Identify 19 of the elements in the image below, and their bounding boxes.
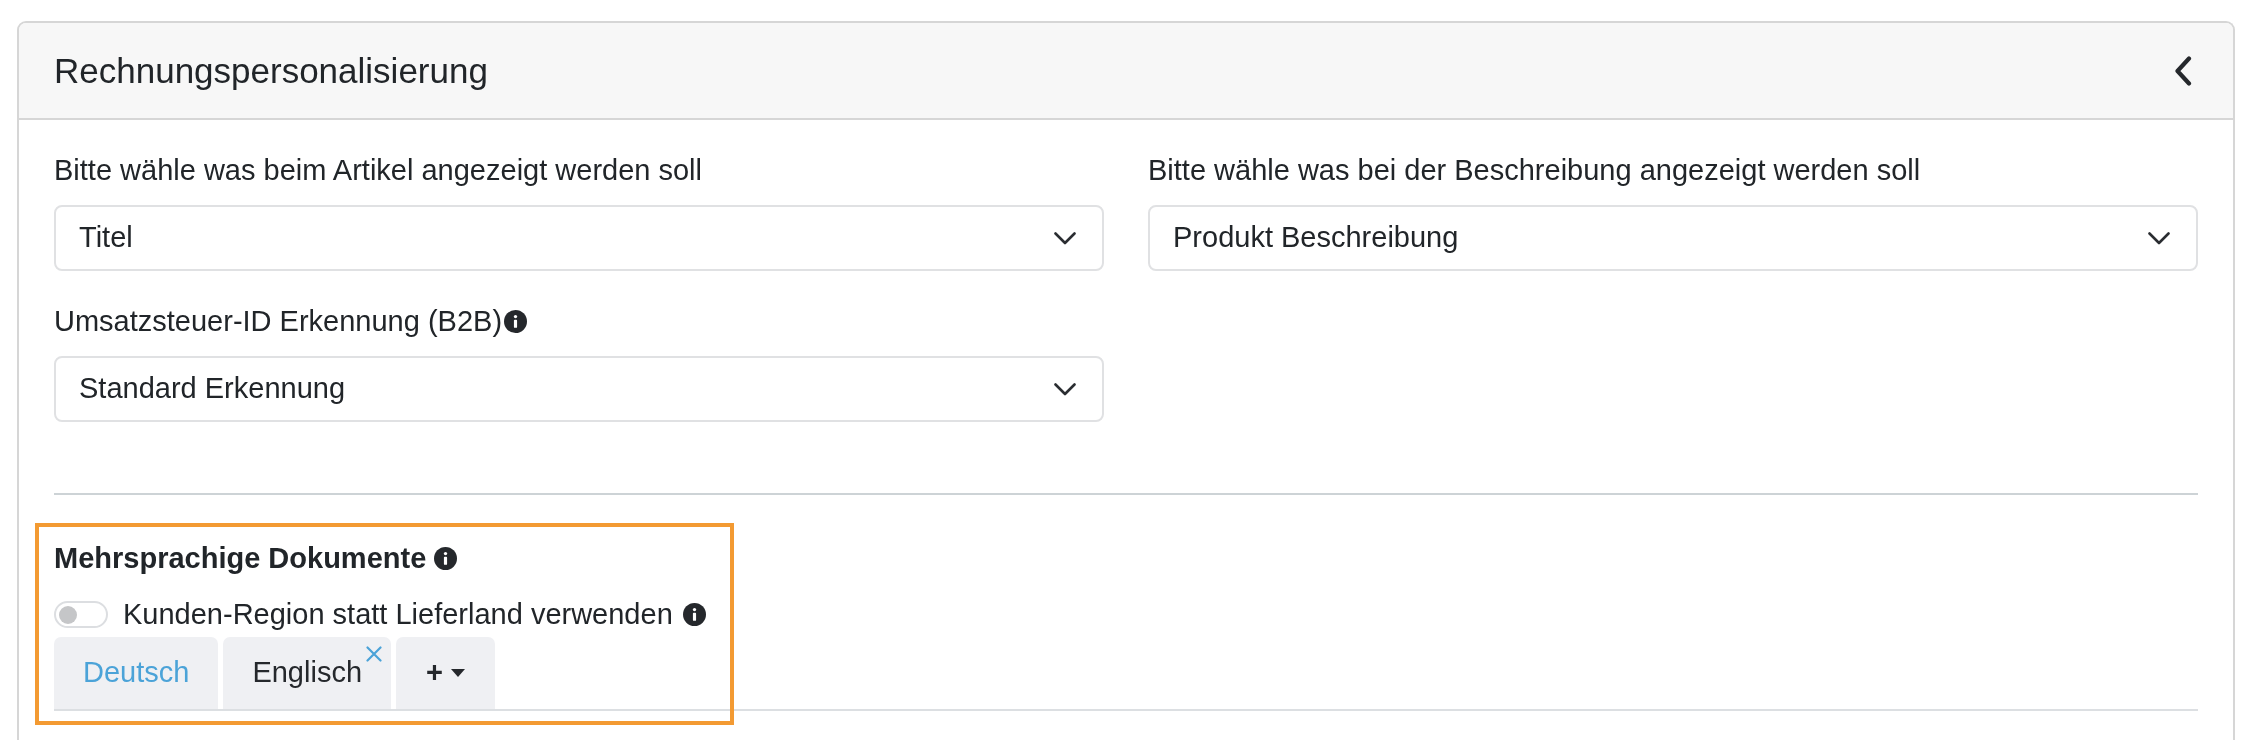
toggle-label: Kunden-Region statt Lieferland verwenden bbox=[123, 597, 673, 632]
add-language-tab[interactable]: + bbox=[396, 637, 495, 709]
field-label: Bitte wähle was beim Artikel angezeigt werden soll bbox=[54, 153, 702, 188]
close-icon[interactable] bbox=[366, 646, 382, 662]
language-tab[interactable]: Englisch bbox=[223, 637, 391, 709]
section-heading: Mehrsprachige Dokumente bbox=[54, 541, 427, 576]
panel-title: Rechnungspersonalisierung bbox=[54, 49, 488, 92]
toggle-switch[interactable] bbox=[54, 601, 108, 628]
chevron-left-icon bbox=[2174, 55, 2192, 86]
chevron-down-icon bbox=[2148, 231, 2170, 245]
collapse-button[interactable] bbox=[2174, 55, 2192, 86]
dropdown-select[interactable]: Standard Erkennung bbox=[54, 356, 1104, 422]
dropdown-select[interactable]: Produkt Beschreibung bbox=[1148, 205, 2198, 271]
dropdown-select[interactable]: Titel bbox=[54, 205, 1104, 271]
field-label: Bitte wähle was bei der Beschreibung angezeigt werden soll bbox=[1148, 153, 1921, 188]
field-label: Umsatzsteuer-ID Erkennung (B2B) bbox=[54, 304, 503, 339]
chevron-down-icon bbox=[1054, 382, 1076, 396]
caret-down-icon bbox=[450, 669, 465, 677]
chevron-down-icon bbox=[1054, 231, 1076, 245]
